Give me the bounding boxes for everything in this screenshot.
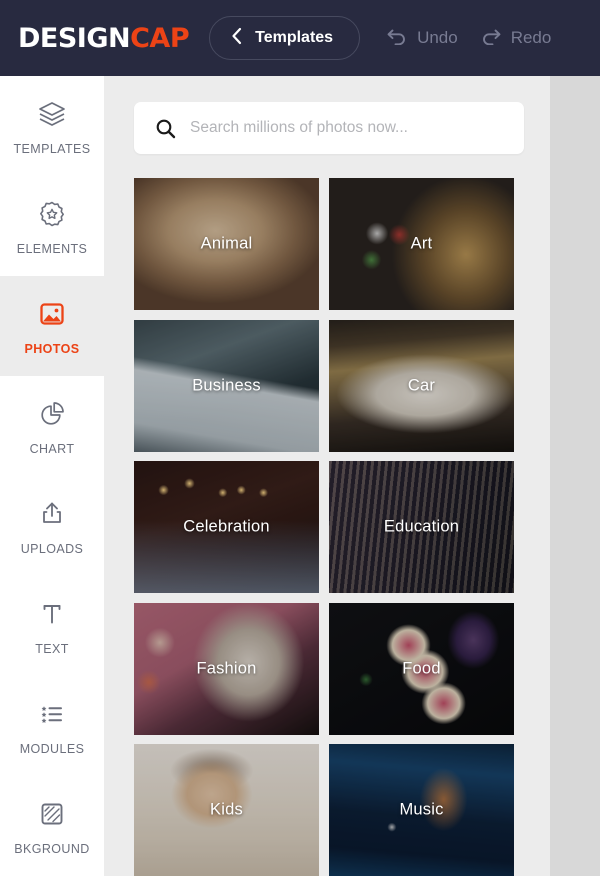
app-logo[interactable]: DESIGN CAP — [18, 22, 190, 54]
image-icon — [35, 297, 69, 331]
photo-card-education[interactable]: Education — [329, 461, 514, 594]
photo-card-label: Kids — [210, 800, 243, 819]
redo-button[interactable]: Redo — [480, 27, 552, 50]
templates-button[interactable]: Templates — [209, 16, 361, 60]
chevron-left-icon — [230, 27, 243, 50]
search-input[interactable] — [190, 119, 524, 137]
photo-card-label: Education — [383, 517, 460, 536]
redo-label: Redo — [510, 28, 552, 47]
badge-star-icon — [35, 197, 69, 231]
photo-card-label: Music — [399, 800, 444, 819]
photo-card-fashion[interactable]: Fashion — [134, 602, 319, 735]
background-square-icon — [35, 797, 69, 831]
search-icon — [155, 118, 176, 139]
photo-card-business[interactable]: Business — [134, 319, 319, 452]
templates-button-label: Templates — [255, 29, 334, 46]
sidebar-label-templates: TEMPLATES — [13, 141, 91, 156]
photo-card-kids[interactable]: Kids — [134, 744, 319, 876]
sidebar-label-chart: CHART — [29, 441, 75, 456]
photo-card-car[interactable]: Car — [329, 319, 514, 452]
designcap-editor: DESIGN CAP Templates Undo Redo TEMPLATES… — [0, 0, 600, 876]
redo-arrow-icon — [480, 27, 502, 50]
sidebar-item-text[interactable]: TEXT — [0, 576, 104, 676]
photo-card-animal[interactable]: Animal — [134, 178, 319, 310]
photo-card-label: Car — [407, 376, 436, 395]
photos-panel: Animal Art Business Car Celebration — [104, 76, 550, 876]
undo-button[interactable]: Undo — [386, 27, 458, 50]
photo-card-label: Art — [410, 234, 433, 253]
left-sidebar: TEMPLATES ELEMENTS PHOTOS CHART UPLOADS … — [0, 76, 104, 876]
sidebar-item-photos[interactable]: PHOTOS — [0, 276, 104, 376]
photo-card-label: Celebration — [183, 517, 270, 536]
sidebar-item-bkground[interactable]: BKGROUND — [0, 776, 104, 876]
photo-card-art[interactable]: Art — [329, 178, 514, 310]
top-toolbar: DESIGN CAP Templates Undo Redo — [0, 0, 600, 76]
photo-category-grid: Animal Art Business Car Celebration Educ… — [134, 178, 524, 876]
search-bar[interactable] — [134, 102, 524, 154]
layers-icon — [35, 97, 69, 131]
sidebar-label-bkground: BKGROUND — [14, 841, 90, 856]
undo-arrow-icon — [386, 27, 408, 50]
photo-card-label: Food — [402, 659, 441, 678]
photo-card-label: Business — [192, 376, 261, 395]
sidebar-item-chart[interactable]: CHART — [0, 376, 104, 476]
photo-card-label: Fashion — [196, 659, 257, 678]
sidebar-label-photos: PHOTOS — [24, 341, 80, 356]
photo-card-food[interactable]: Food — [329, 602, 514, 735]
sidebar-item-uploads[interactable]: UPLOADS — [0, 476, 104, 576]
history-controls: Undo Redo — [386, 27, 551, 50]
star-list-icon — [35, 697, 69, 731]
sidebar-item-elements[interactable]: ELEMENTS — [0, 176, 104, 276]
canvas-workspace[interactable] — [550, 76, 600, 876]
upload-tray-icon — [35, 497, 69, 531]
photo-card-music[interactable]: Music — [329, 744, 514, 876]
photo-card-celebration[interactable]: Celebration — [134, 461, 319, 594]
sidebar-item-templates[interactable]: TEMPLATES — [0, 76, 104, 176]
sidebar-label-text: TEXT — [35, 641, 69, 656]
text-t-icon — [35, 597, 69, 631]
photo-card-label: Animal — [200, 234, 253, 253]
sidebar-label-uploads: UPLOADS — [20, 541, 84, 556]
logo-text-accent: CAP — [130, 22, 190, 54]
sidebar-label-elements: ELEMENTS — [16, 241, 88, 256]
pie-chart-icon — [35, 397, 69, 431]
undo-label: Undo — [417, 28, 458, 47]
logo-text-primary: DESIGN — [18, 22, 131, 54]
sidebar-label-modules: MODULES — [19, 741, 85, 756]
sidebar-item-modules[interactable]: MODULES — [0, 676, 104, 776]
